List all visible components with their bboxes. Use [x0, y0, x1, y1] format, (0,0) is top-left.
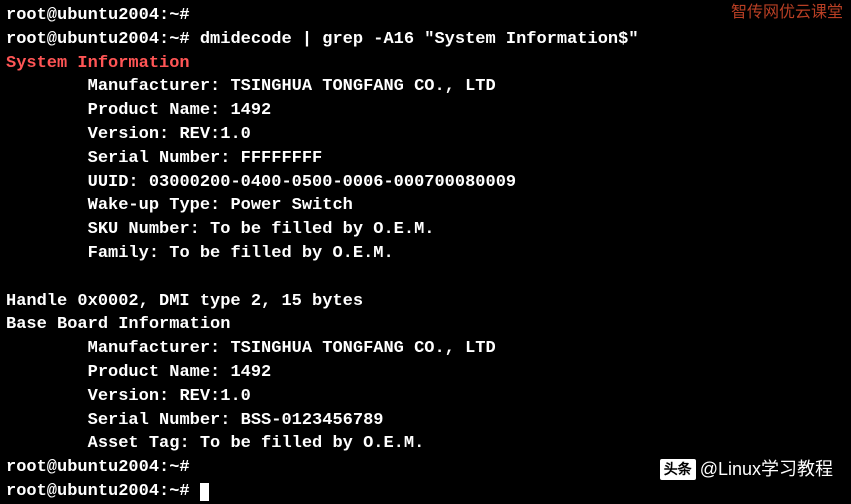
baseboard-manufacturer: Manufacturer: TSINGHUA TONGFANG CO., LTD [6, 337, 845, 361]
handle-line: Handle 0x0002, DMI type 2, 15 bytes [6, 290, 845, 314]
sysinfo-wakeup: Wake-up Type: Power Switch [6, 194, 845, 218]
baseboard-product: Product Name: 1492 [6, 361, 845, 385]
sysinfo-version: Version: REV:1.0 [6, 123, 845, 147]
sysinfo-family: Family: To be filled by O.E.M. [6, 242, 845, 266]
baseboard-heading: Base Board Information [6, 313, 845, 337]
shell-prompt: root@ubuntu2004:~# [6, 30, 190, 49]
watermark-bottom-account: @Linux学习教程 [700, 457, 833, 482]
prompt-line-1[interactable]: root@ubuntu2004:~# [6, 4, 845, 28]
prompt-line-4[interactable]: root@ubuntu2004:~# [6, 480, 845, 504]
shell-prompt: root@ubuntu2004:~# [6, 458, 190, 477]
cursor-icon [200, 483, 209, 501]
watermark-bottom: 头条 @Linux学习教程 [660, 457, 833, 482]
shell-prompt: root@ubuntu2004:~# [6, 482, 190, 501]
shell-prompt: root@ubuntu2004:~# [6, 6, 190, 25]
sysinfo-product: Product Name: 1492 [6, 99, 845, 123]
baseboard-asset: Asset Tag: To be filled by O.E.M. [6, 432, 845, 456]
sysinfo-manufacturer: Manufacturer: TSINGHUA TONGFANG CO., LTD [6, 75, 845, 99]
blank-line [6, 266, 845, 290]
sysinfo-sku: SKU Number: To be filled by O.E.M. [6, 218, 845, 242]
watermark-bottom-prefix: 头条 [660, 459, 696, 481]
prompt-line-2[interactable]: root@ubuntu2004:~# dmidecode | grep -A16… [6, 28, 845, 52]
watermark-top: 智传网优云课堂 [731, 2, 843, 24]
sysinfo-serial: Serial Number: FFFFFFFF [6, 147, 845, 171]
baseboard-version: Version: REV:1.0 [6, 385, 845, 409]
command-text: dmidecode | grep -A16 "System Informatio… [200, 30, 639, 49]
sysinfo-heading: System Information [6, 54, 190, 73]
baseboard-serial: Serial Number: BSS-0123456789 [6, 409, 845, 433]
sysinfo-uuid: UUID: 03000200-0400-0500-0006-0007000800… [6, 171, 845, 195]
